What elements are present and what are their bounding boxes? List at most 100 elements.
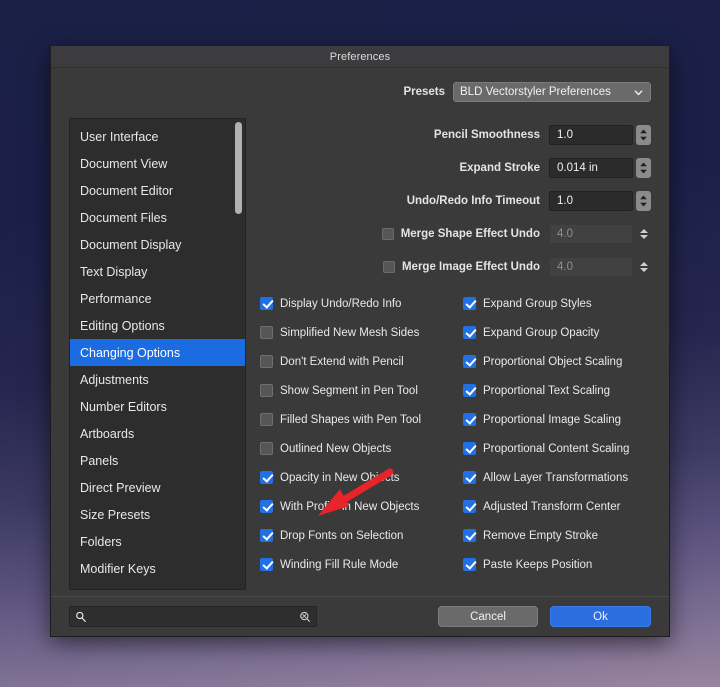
option-checkbox-row[interactable]: Drop Fonts on Selection (260, 521, 463, 550)
option-checkbox-row[interactable]: Proportional Text Scaling (463, 376, 651, 405)
preferences-category-list[interactable]: User InterfaceDocument ViewDocument Edit… (69, 118, 246, 590)
sidebar-item-label: Adjustments (80, 373, 149, 387)
ok-button[interactable]: Ok (550, 606, 651, 627)
sidebar-item-performance[interactable]: Performance (70, 285, 245, 312)
stepper-control[interactable] (636, 257, 651, 277)
option-label: Drop Fonts on Selection (280, 530, 403, 542)
checkbox-unchecked-icon[interactable] (260, 442, 273, 455)
cancel-button[interactable]: Cancel (438, 606, 538, 627)
checkbox-checked-icon[interactable] (260, 558, 273, 571)
sidebar-item-label: Text Display (80, 265, 147, 279)
option-checkbox-row[interactable]: Simplified New Mesh Sides (260, 318, 463, 347)
number-input[interactable]: 1.0 (549, 125, 633, 145)
sidebar-item-text-display[interactable]: Text Display (70, 258, 245, 285)
option-checkbox-row[interactable]: Display Undo/Redo Info (260, 289, 463, 318)
checkbox-checked-icon[interactable] (260, 500, 273, 513)
stepper-control[interactable] (636, 158, 651, 178)
search-box[interactable] (69, 606, 317, 627)
options-column-right: Expand Group StylesExpand Group OpacityP… (463, 289, 651, 596)
number-field-label: Undo/Redo Info Timeout (407, 195, 540, 207)
number-field-row: Pencil Smoothness1.0 (260, 118, 651, 151)
option-checkbox-row[interactable]: Expand Group Styles (463, 289, 651, 318)
number-input[interactable]: 1.0 (549, 191, 633, 211)
stepper-up-icon[interactable] (640, 262, 648, 266)
option-checkbox-row[interactable]: Proportional Content Scaling (463, 434, 651, 463)
stepper-control[interactable] (636, 191, 651, 211)
stepper-control[interactable] (636, 224, 651, 244)
option-checkbox-row[interactable]: Paste Keeps Position (463, 550, 651, 579)
option-checkbox-row[interactable]: Filled Shapes with Pen Tool (260, 405, 463, 434)
sidebar-item-user-interface[interactable]: User Interface (70, 123, 245, 150)
checkbox-checked-icon[interactable] (463, 355, 476, 368)
checkbox-checked-icon[interactable] (463, 500, 476, 513)
search-clear-icon[interactable] (299, 611, 311, 623)
sidebar-item-document-editor[interactable]: Document Editor (70, 177, 245, 204)
sidebar-scrollbar[interactable] (235, 121, 242, 587)
number-input[interactable]: 4.0 (549, 224, 633, 244)
option-checkbox-row[interactable]: Show Segment in Pen Tool (260, 376, 463, 405)
sidebar-item-direct-preview[interactable]: Direct Preview (70, 474, 245, 501)
checkbox-checked-icon[interactable] (463, 413, 476, 426)
option-label: Don't Extend with Pencil (280, 356, 404, 368)
options-checkbox-grid: Display Undo/Redo InfoSimplified New Mes… (260, 289, 651, 596)
checkbox-checked-icon[interactable] (463, 384, 476, 397)
option-checkbox-row[interactable]: Proportional Image Scaling (463, 405, 651, 434)
sidebar-item-label: Folders (80, 535, 122, 549)
checkbox-checked-icon[interactable] (463, 558, 476, 571)
stepper-control[interactable] (636, 125, 651, 145)
sidebar-item-modifier-keys[interactable]: Modifier Keys (70, 555, 245, 582)
checkbox-checked-icon[interactable] (463, 326, 476, 339)
sidebar-item-editing-options[interactable]: Editing Options (70, 312, 245, 339)
sidebar-item-artboards[interactable]: Artboards (70, 420, 245, 447)
option-label: Proportional Text Scaling (483, 385, 610, 397)
option-checkbox-row[interactable]: Proportional Object Scaling (463, 347, 651, 376)
sidebar-item-changing-options[interactable]: Changing Options (70, 339, 245, 366)
checkbox-unchecked-icon[interactable] (260, 355, 273, 368)
stepper-down-icon[interactable] (640, 268, 648, 272)
number-input[interactable]: 4.0 (549, 257, 633, 277)
sidebar-item-document-display[interactable]: Document Display (70, 231, 245, 258)
checkbox-checked-icon[interactable] (463, 442, 476, 455)
option-label: Opacity in New Objects (280, 472, 400, 484)
checkbox-checked-icon[interactable] (463, 471, 476, 484)
sidebar-item-document-view[interactable]: Document View (70, 150, 245, 177)
option-checkbox-row[interactable]: Expand Group Opacity (463, 318, 651, 347)
option-checkbox-row[interactable]: Don't Extend with Pencil (260, 347, 463, 376)
sidebar-scrollbar-thumb[interactable] (235, 122, 242, 214)
presets-dropdown[interactable]: BLD Vectorstyler Preferences (453, 82, 651, 102)
sidebar-item-size-presets[interactable]: Size Presets (70, 501, 245, 528)
sidebar-item-number-editors[interactable]: Number Editors (70, 393, 245, 420)
option-checkbox-row[interactable]: With Profile in New Objects (260, 492, 463, 521)
sidebar-item-label: Artboards (80, 427, 134, 441)
option-checkbox-row[interactable]: Allow Layer Transformations (463, 463, 651, 492)
option-checkbox-row[interactable]: Opacity in New Objects (260, 463, 463, 492)
enable-checkbox[interactable] (382, 228, 394, 240)
sidebar-item-folders[interactable]: Folders (70, 528, 245, 555)
checkbox-checked-icon[interactable] (260, 471, 273, 484)
checkbox-checked-icon[interactable] (260, 297, 273, 310)
option-checkbox-row[interactable]: Remove Empty Stroke (463, 521, 651, 550)
sidebar-item-document-files[interactable]: Document Files (70, 204, 245, 231)
checkbox-checked-icon[interactable] (463, 529, 476, 542)
checkbox-unchecked-icon[interactable] (260, 326, 273, 339)
enable-checkbox[interactable] (383, 261, 395, 273)
number-input[interactable]: 0.014 in (549, 158, 633, 178)
option-checkbox-row[interactable]: Winding Fill Rule Mode (260, 550, 463, 579)
checkbox-unchecked-icon[interactable] (260, 384, 273, 397)
option-label: Proportional Image Scaling (483, 414, 621, 426)
checkbox-checked-icon[interactable] (463, 297, 476, 310)
search-input[interactable] (87, 611, 299, 623)
sidebar-item-indicator-shapes[interactable]: Indicator Shapes (70, 582, 245, 590)
sidebar-item-adjustments[interactable]: Adjustments (70, 366, 245, 393)
sidebar-item-label: Editing Options (80, 319, 165, 333)
checkbox-checked-icon[interactable] (260, 529, 273, 542)
option-checkbox-row[interactable]: Outlined New Objects (260, 434, 463, 463)
stepper-down-icon[interactable] (640, 235, 648, 239)
stepper-up-icon[interactable] (640, 229, 648, 233)
option-checkbox-row[interactable]: Adjusted Transform Center (463, 492, 651, 521)
checkbox-unchecked-icon[interactable] (260, 413, 273, 426)
sidebar-items: User InterfaceDocument ViewDocument Edit… (70, 119, 245, 590)
option-label: Proportional Content Scaling (483, 443, 629, 455)
sidebar-item-label: Direct Preview (80, 481, 161, 495)
sidebar-item-panels[interactable]: Panels (70, 447, 245, 474)
